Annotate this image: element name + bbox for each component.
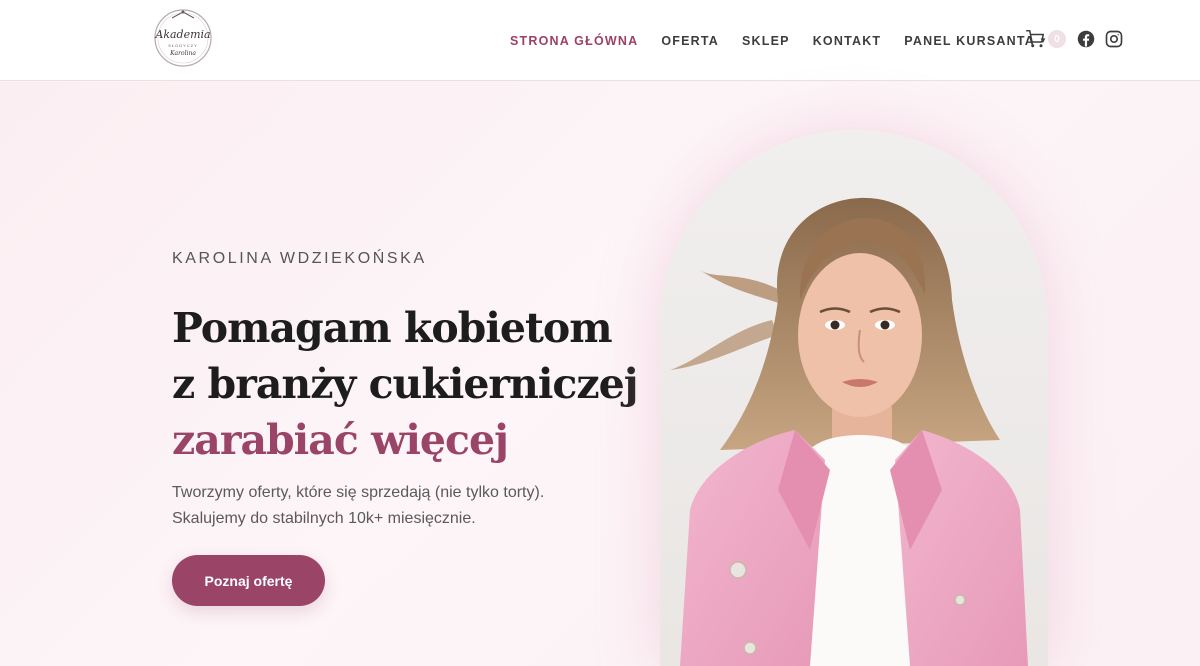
hero-headline-accent: zarabiać więcej (172, 416, 509, 464)
logo-subtext: SŁODYCZY (168, 43, 198, 48)
cart-icon (1026, 30, 1044, 48)
nav-item-home[interactable]: STRONA GŁÓWNA (510, 34, 638, 48)
hero-headline-line-1: Pomagam kobietom (172, 304, 613, 352)
hero-subtitle-line-1: Tworzymy oferty, które się sprzedają (ni… (172, 484, 545, 501)
logo-text: Akademia (154, 28, 210, 41)
site-header: Akademia SŁODYCZY Karolina STRONA GŁÓWNA… (0, 0, 1200, 81)
header-icons: 0 (1026, 28, 1123, 50)
hero-headline: Pomagam kobietom z branży cukierniczej z… (172, 300, 639, 468)
nav-item-student-panel-label: PANEL KURSANTA (904, 33, 1035, 48)
instagram-link[interactable] (1105, 30, 1123, 48)
hero-headline-line-2: z branży cukierniczej (172, 360, 639, 408)
hero-portrait (660, 130, 1048, 666)
logo-name: Karolina (169, 50, 196, 57)
instagram-icon (1105, 30, 1123, 48)
facebook-link[interactable] (1077, 30, 1095, 48)
hero-subtitle-line-2: Skalujemy do stabilnych 10k+ miesięcznie… (172, 510, 476, 527)
cart-button[interactable]: 0 (1026, 30, 1066, 48)
hero-eyebrow: KAROLINA WDZIEKOŃSKA (172, 250, 427, 267)
portrait-illustration (660, 130, 1048, 666)
hero-section: KAROLINA WDZIEKOŃSKA Pomagam kobietom z … (0, 82, 1200, 666)
nav-item-contact[interactable]: KONTAKT (813, 34, 882, 48)
nav-item-offer[interactable]: OFERTA (661, 34, 719, 48)
logo[interactable]: Akademia SŁODYCZY Karolina (150, 8, 216, 68)
nav-item-shop[interactable]: SKLEP (742, 34, 790, 48)
cta-button[interactable]: Poznaj ofertę (172, 555, 325, 606)
hero-subtitle: Tworzymy oferty, które się sprzedają (ni… (172, 480, 592, 532)
cart-count-badge: 0 (1048, 30, 1066, 48)
facebook-icon (1077, 30, 1095, 48)
main-nav: STRONA GŁÓWNA OFERTA SKLEP KONTAKT PANEL… (510, 0, 1048, 81)
